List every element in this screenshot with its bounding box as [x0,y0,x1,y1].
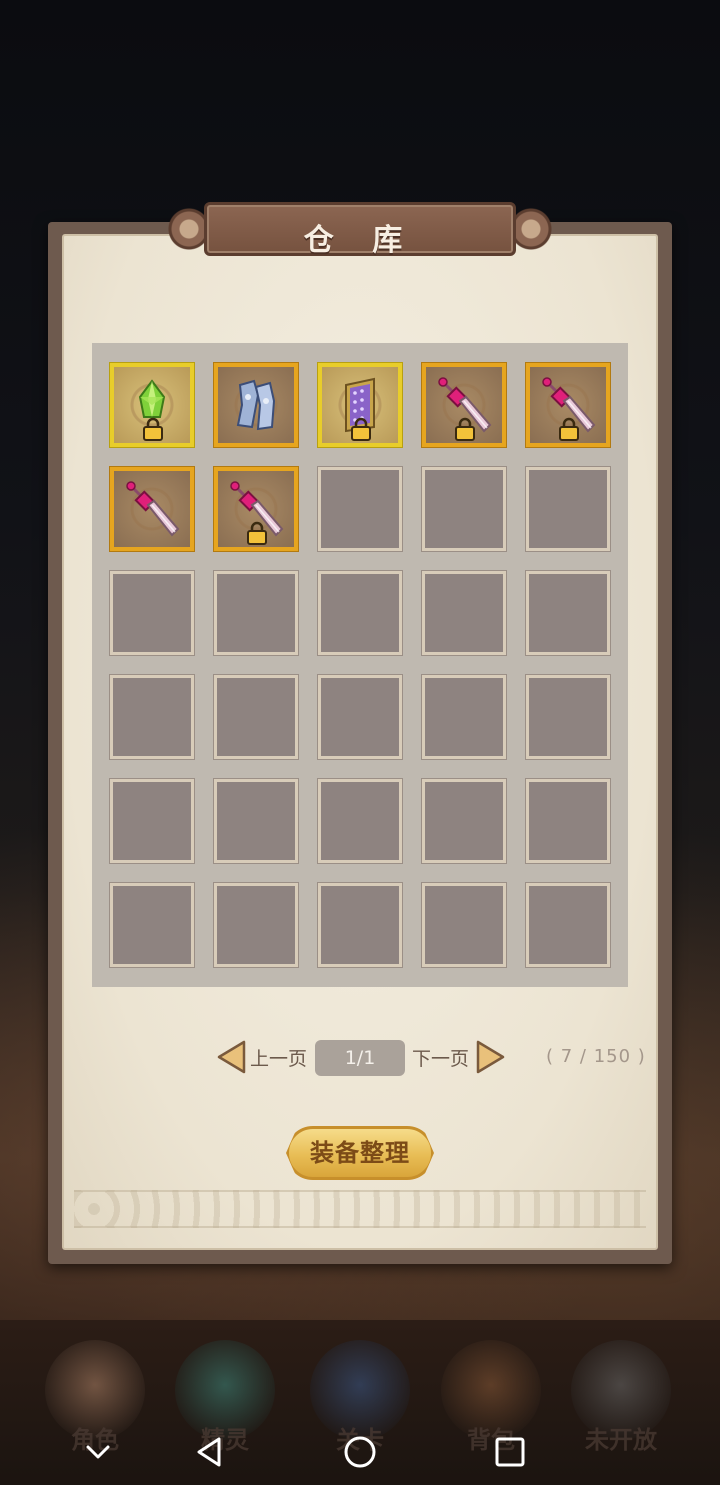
title-banner: 仓 库 [154,200,566,258]
next-page-arrow-icon[interactable] [476,1040,506,1074]
inventory-slot-empty[interactable] [317,466,403,552]
inventory-slot-empty[interactable] [213,674,299,760]
prev-page-arrow-icon[interactable] [216,1040,246,1074]
lock-icon [454,417,476,441]
inventory-slot-item[interactable] [317,362,403,448]
inventory-slot-empty[interactable] [213,882,299,968]
inventory-slot-empty[interactable] [421,674,507,760]
recents-icon[interactable] [488,1430,532,1474]
inventory-slot-item[interactable] [213,466,299,552]
back-icon[interactable] [188,1430,232,1474]
inventory-slot-empty[interactable] [525,778,611,864]
inventory-slot-empty[interactable] [213,778,299,864]
panel-decor-band [74,1190,646,1228]
inventory-slot-empty[interactable] [421,778,507,864]
title-bar: 仓 库 [204,202,516,258]
inventory-slot-empty[interactable] [317,778,403,864]
lock-icon [246,521,268,545]
inventory-slot-empty[interactable] [525,570,611,656]
inventory-slot-empty[interactable] [317,570,403,656]
inventory-slot-empty[interactable] [109,674,195,760]
lock-icon [558,417,580,441]
inventory-slot-empty[interactable] [421,466,507,552]
inventory-slot-item[interactable] [109,466,195,552]
inventory-slot-item[interactable] [109,362,195,448]
inventory-slot-item[interactable] [525,362,611,448]
inventory-slot-empty[interactable] [525,674,611,760]
inventory-slot-empty[interactable] [421,882,507,968]
hide-keyboard-icon[interactable] [76,1430,120,1474]
lock-icon [350,417,372,441]
inventory-slot-empty[interactable] [109,882,195,968]
inventory-slot-empty[interactable] [525,466,611,552]
inventory-slot-empty[interactable] [213,570,299,656]
inventory-slot-empty[interactable] [109,778,195,864]
lock-icon [142,417,164,441]
inventory-slot-empty[interactable] [421,570,507,656]
steel-armor-icon [226,375,286,435]
inventory-slot-empty[interactable] [109,570,195,656]
inventory-slot-empty[interactable] [317,882,403,968]
home-icon[interactable] [338,1430,382,1474]
inventory-capacity: ( 7 / 150 ) [546,1046,646,1067]
sort-equipment-button[interactable]: 装备整理 [286,1126,434,1180]
inventory-slot-item[interactable] [213,362,299,448]
prev-page-button[interactable]: 上一页 [250,1044,307,1071]
inventory-slot-empty[interactable] [525,882,611,968]
page-indicator: 1/1 [315,1040,405,1076]
inventory-slot-empty[interactable] [317,674,403,760]
system-nav-bar [0,1420,720,1485]
inventory-grid [92,343,628,987]
pink-sword-icon [122,479,182,539]
inventory-slot-item[interactable] [421,362,507,448]
next-page-button[interactable]: 下一页 [412,1044,469,1071]
page-title: 仓 库 [303,223,417,258]
